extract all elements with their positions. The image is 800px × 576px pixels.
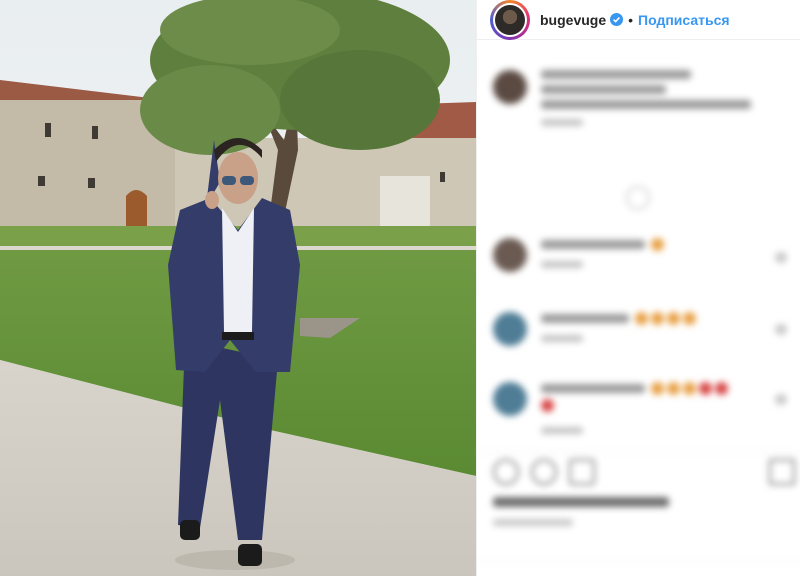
caption-row — [493, 70, 751, 126]
post-header: bugevuge • Подписаться — [477, 0, 800, 40]
photo-man-in-suit-courtyard — [0, 0, 476, 576]
bookmark-icon[interactable] — [769, 459, 795, 485]
comment-row — [493, 312, 699, 346]
post-sidebar: bugevuge • Подписаться — [476, 0, 800, 576]
comment-like-icon[interactable] — [775, 394, 787, 405]
commenter-avatar[interactable] — [493, 312, 527, 346]
instagram-post: bugevuge • Подписаться — [0, 0, 800, 576]
comment-like-icon[interactable] — [775, 252, 787, 263]
comment-row — [493, 238, 667, 272]
verified-badge-icon — [610, 13, 624, 26]
post-photo[interactable] — [0, 0, 476, 576]
share-icon[interactable] — [569, 459, 595, 485]
commenter-avatar[interactable] — [493, 382, 527, 416]
likes-count[interactable] — [493, 497, 669, 507]
author-avatar[interactable] — [490, 0, 530, 40]
caption-avatar[interactable] — [493, 70, 527, 104]
header-separator: • — [628, 11, 634, 28]
comment-like-icon[interactable] — [775, 324, 787, 335]
comment-icon[interactable] — [531, 459, 557, 485]
author-username[interactable]: bugevuge — [540, 12, 606, 28]
action-bar — [477, 452, 800, 576]
follow-button[interactable]: Подписаться — [638, 12, 730, 28]
comment-row — [493, 382, 731, 434]
avatar-image — [495, 4, 525, 35]
heart-icon[interactable] — [493, 459, 519, 485]
post-date — [493, 519, 573, 526]
add-comment-area[interactable] — [477, 561, 800, 576]
emoji-icon — [651, 238, 664, 251]
more-comments-icon[interactable] — [626, 186, 650, 210]
commenter-avatar[interactable] — [493, 238, 527, 272]
